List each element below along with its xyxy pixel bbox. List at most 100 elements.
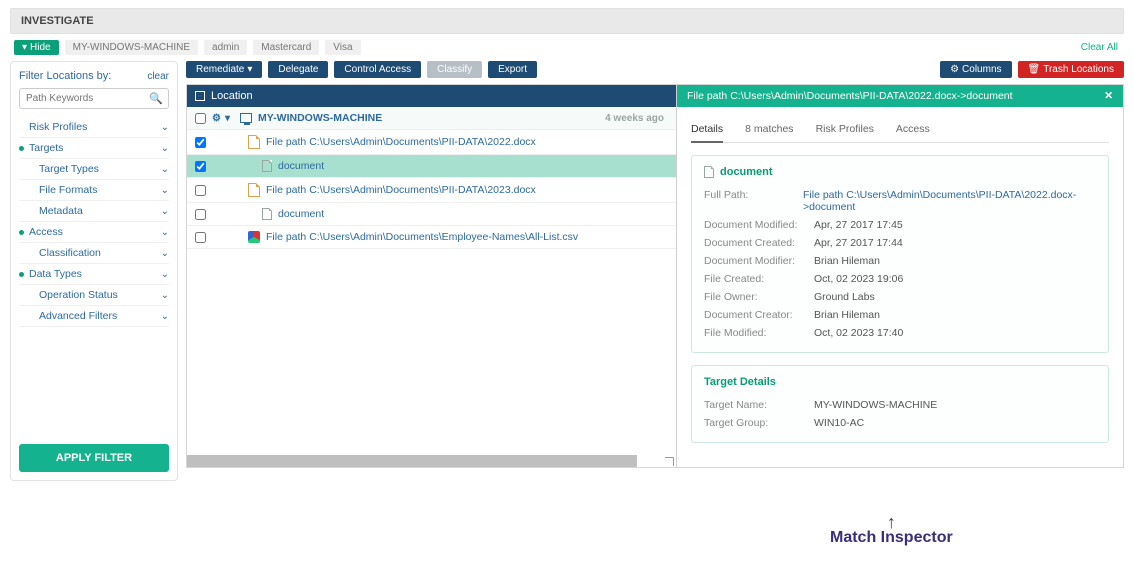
tag-visa[interactable]: Visa (325, 40, 360, 55)
filter-label: Targets (29, 142, 63, 154)
table-row[interactable]: File path C:\Users\Admin\Documents\Emplo… (187, 226, 676, 249)
detail-value: Brian Hileman (814, 255, 880, 267)
detail-value: Brian Hileman (814, 309, 880, 321)
detail-value: Ground Labs (814, 291, 875, 303)
columns-label: Columns (962, 64, 1001, 75)
filter-label: Access (29, 226, 63, 238)
tag-machine[interactable]: MY-WINDOWS-MACHINE (65, 40, 198, 55)
filter-item[interactable]: Data Types⌄ (19, 264, 169, 285)
trash-icon: 🗑 (1028, 64, 1041, 75)
chevron-down-icon: ⌄ (161, 143, 169, 154)
gear-icon: ⚙ (950, 64, 959, 75)
apply-filter-button[interactable]: APPLY FILTER (19, 444, 169, 472)
remediate-button[interactable]: Remediate ▾ (186, 61, 262, 78)
table-row[interactable]: document (187, 203, 676, 226)
table-header: Location (187, 85, 676, 107)
match-inspector-panel: File path C:\Users\Admin\Documents\PII-D… (677, 85, 1123, 467)
page-title: INVESTIGATE (10, 8, 1124, 34)
filter-icon: ▾ (22, 42, 27, 53)
row-checkbox[interactable] (195, 185, 206, 196)
column-location-label: Location (211, 90, 253, 102)
detail-row: Document Modified:Apr, 27 2017 17:45 (704, 216, 1096, 234)
close-icon[interactable]: ✕ (1104, 90, 1113, 102)
detail-key: File Modified: (704, 327, 814, 339)
filter-heading: Filter Locations by: (19, 70, 111, 82)
tab-access[interactable]: Access (896, 119, 930, 142)
filter-item[interactable]: Classification⌄ (19, 243, 169, 264)
filter-label: Classification (39, 247, 101, 259)
table-row[interactable]: File path C:\Users\Admin\Documents\PII-D… (187, 130, 676, 155)
tab-risk-profiles[interactable]: Risk Profiles (816, 119, 874, 142)
tag-mastercard[interactable]: Mastercard (253, 40, 319, 55)
filter-clear-link[interactable]: clear (147, 71, 169, 82)
document-icon (262, 208, 272, 220)
detail-key: Document Creator: (704, 309, 814, 321)
callout-label: Match Inspector (830, 529, 953, 547)
horizontal-scrollbar[interactable] (187, 455, 676, 467)
trash-locations-button[interactable]: 🗑 Trash Locations (1018, 61, 1124, 78)
export-button[interactable]: Export (488, 61, 537, 78)
status-dot-icon (19, 230, 24, 235)
tag-admin[interactable]: admin (204, 40, 247, 55)
filter-item[interactable]: Risk Profiles ⌄ (19, 117, 169, 138)
hide-button[interactable]: ▾ Hide (14, 40, 59, 55)
filter-item[interactable]: File Formats⌄ (19, 180, 169, 201)
detail-row: File Created:Oct, 02 2023 19:06 (704, 270, 1096, 288)
inspector-doc-title: document (720, 166, 773, 178)
detail-key: Document Created: (704, 237, 814, 249)
filter-label: Data Types (29, 268, 82, 280)
clear-all-link[interactable]: Clear All (1081, 42, 1124, 53)
target-detail-row: Target Name:MY-WINDOWS-MACHINE (704, 396, 1096, 414)
row-path: document (278, 160, 324, 172)
host-row[interactable]: ⚙ ▾ MY-WINDOWS-MACHINE 4 weeks ago (187, 107, 676, 130)
filter-label: Operation Status (39, 289, 118, 301)
search-icon[interactable]: 🔍 (149, 92, 163, 105)
search-input[interactable] (19, 88, 169, 109)
detail-row: Document Created:Apr, 27 2017 17:44 (704, 234, 1096, 252)
filter-item[interactable]: Target Types⌄ (19, 159, 169, 180)
chevron-down-icon: ▾ (225, 113, 230, 124)
host-checkbox[interactable] (195, 113, 206, 124)
table-row[interactable]: document (187, 155, 676, 178)
row-path: document (278, 208, 324, 220)
filter-item[interactable]: Metadata⌄ (19, 201, 169, 222)
control-access-button[interactable]: Control Access (334, 61, 421, 78)
chevron-down-icon: ⌄ (161, 122, 169, 133)
document-icon (262, 160, 272, 172)
filter-item[interactable]: Advanced Filters⌄ (19, 306, 169, 327)
target-detail-row: Target Group:WIN10-AC (704, 414, 1096, 432)
tab-details[interactable]: Details (691, 119, 723, 143)
detail-value: Oct, 02 2023 19:06 (814, 273, 903, 285)
row-checkbox[interactable] (195, 232, 206, 243)
select-all-checkbox[interactable] (195, 91, 205, 101)
host-icon (240, 113, 252, 123)
filter-label: Risk Profiles (29, 121, 87, 133)
filter-item[interactable]: Access⌄ (19, 222, 169, 243)
host-time: 4 weeks ago (605, 113, 668, 124)
trash-label: Trash Locations (1043, 64, 1114, 75)
columns-button[interactable]: ⚙ Columns (940, 61, 1011, 78)
file-icon (248, 183, 260, 197)
target-details-heading: Target Details (704, 376, 1096, 388)
filter-item[interactable]: Targets ⌄ (19, 138, 169, 159)
filter-item[interactable]: Operation Status⌄ (19, 285, 169, 306)
classify-button[interactable]: Classify (427, 61, 482, 78)
filter-sidebar: Filter Locations by: clear 🔍 Risk Profil… (10, 61, 178, 481)
filter-label: Metadata (39, 205, 83, 217)
detail-value[interactable]: File path C:\Users\Admin\Documents\PII-D… (803, 189, 1096, 213)
chevron-down-icon: ⌄ (161, 185, 169, 196)
detail-key: Document Modifier: (704, 255, 814, 267)
row-checkbox[interactable] (195, 209, 206, 220)
chevron-down-icon: ▾ (247, 64, 252, 75)
detail-row: File Owner:Ground Labs (704, 288, 1096, 306)
detail-key: File Created: (704, 273, 814, 285)
detail-key: Full Path: (704, 189, 803, 213)
detail-value: MY-WINDOWS-MACHINE (814, 399, 937, 411)
tab-matches[interactable]: 8 matches (745, 119, 793, 142)
table-row[interactable]: File path C:\Users\Admin\Documents\PII-D… (187, 178, 676, 203)
row-checkbox[interactable] (195, 137, 206, 148)
delegate-button[interactable]: Delegate (268, 61, 328, 78)
row-checkbox[interactable] (195, 161, 206, 172)
detail-row: Document Modifier:Brian Hileman (704, 252, 1096, 270)
filter-label: Advanced Filters (39, 310, 117, 322)
